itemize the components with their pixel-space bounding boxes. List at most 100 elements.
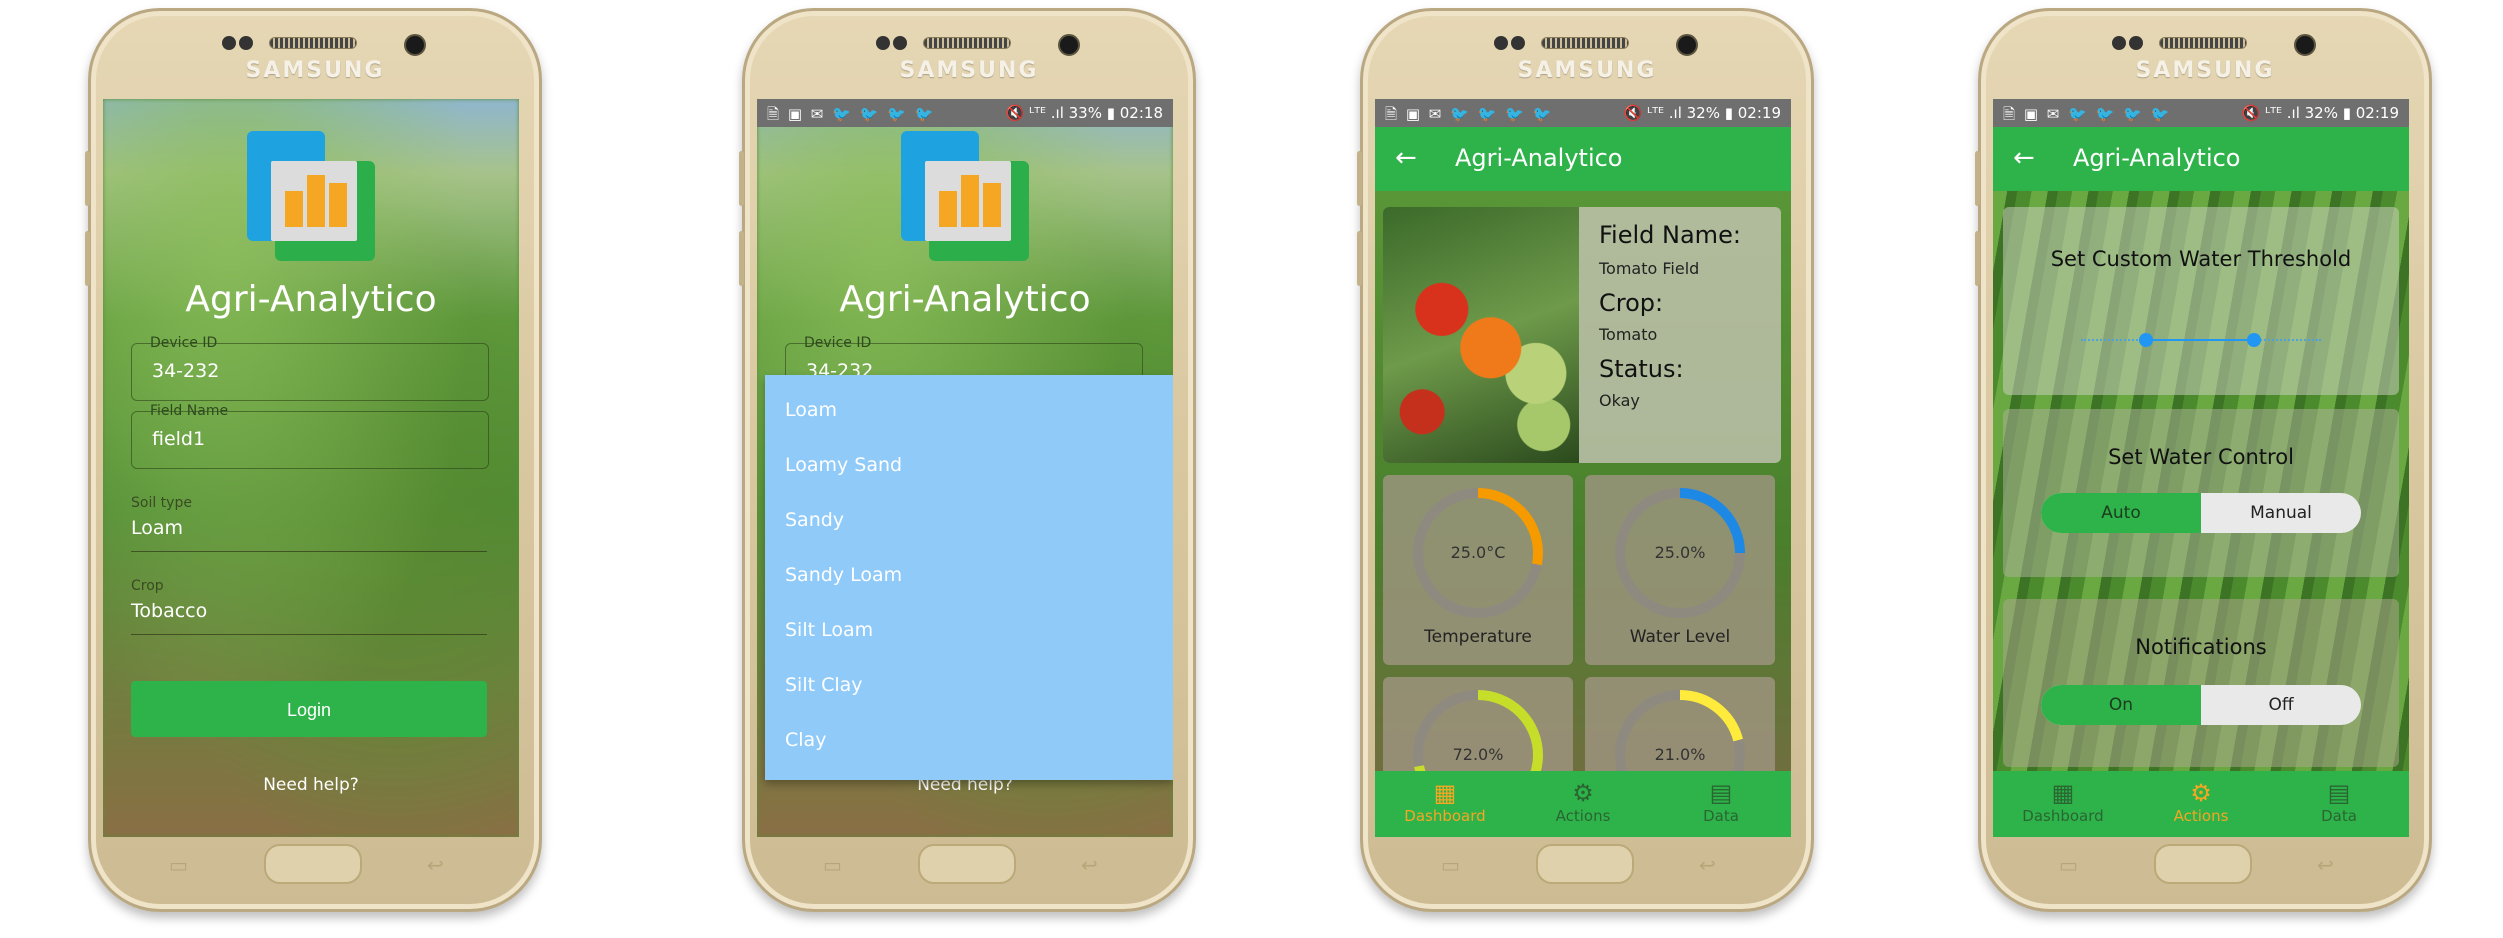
sensor-dot [222,36,236,50]
gear-icon: ⚙ [1572,779,1594,807]
sensor-dot [2129,36,2143,50]
earpiece-speaker [1541,37,1629,49]
back-key-icon[interactable]: ↩ [1081,853,1098,877]
device-id-label: Device ID [804,335,872,351]
crop-value: Tobacco [131,600,208,622]
dashboard-screen: 🗎 ▣ ✉ 🐦 🐦 🐦 🐦 🔇 ᴸᵀᴱ .ıl 32% ▮ 02:19 ← Ag… [1375,99,1791,837]
status-right: 🔇 ᴸᵀᴱ .ıl 33% ▮ 02:18 [1005,104,1163,122]
threshold-card: Set Custom Water Threshold [2003,207,2399,395]
threshold-handle-low[interactable] [2138,333,2153,347]
gauge-label: Water Level [1629,627,1731,647]
notification-icons: 🗎 ▣ ✉ 🐦 🐦 🐦 🐦 [2003,105,2172,123]
back-key-icon[interactable]: ↩ [1699,853,1716,877]
dropdown-screen: 🗎 ▣ ✉ 🐦 🐦 🐦 🐦 🔇 ᴸᵀᴱ .ıl 33% ▮ 02:18 Agri… [757,99,1173,837]
recent-apps-icon[interactable]: ▭ [823,853,842,877]
dropdown-option[interactable]: Sandy Loam [785,564,902,586]
volume-button [85,231,90,286]
phone-dashboard: SAMSUNG 🗎 ▣ ✉ 🐦 🐦 🐦 🐦 🔇 ᴸᵀᴱ .ıl 32% ▮ 02… [1357,8,1814,912]
front-camera [404,34,426,56]
dropdown-option[interactable]: Sandy [785,509,844,531]
soil-type-value: Loam [131,517,184,539]
sensor-dot [893,36,907,50]
notifications-title: Notifications [2135,635,2267,659]
nav-actions[interactable]: ⚙ Actions [2141,779,2261,825]
nav-dashboard[interactable]: ▦ Dashboard [1385,779,1505,825]
login-screen: Agri-Analytico Device ID 34-232 Field Na… [103,99,519,837]
recent-apps-icon[interactable]: ▭ [169,853,188,877]
app-bar: ← Agri-Analytico [1993,127,2409,191]
nav-dashboard[interactable]: ▦ Dashboard [2003,779,2123,825]
earpiece-speaker [269,37,357,49]
login-button[interactable]: Login [131,681,487,737]
earpiece-speaker [2159,37,2247,49]
sensor-dot [239,36,253,50]
field-name-label: Field Name [150,403,229,419]
nav-data[interactable]: ▤ Data [2279,779,2399,825]
help-link[interactable]: Need help? [103,775,519,795]
status-bar: 🗎 ▣ ✉ 🐦 🐦 🐦 🐦 🔇 ᴸᵀᴱ .ıl 32% ▮ 02:19 [1993,99,2409,127]
volume-button [1357,231,1362,286]
app-bar-title: Agri-Analytico [2073,144,2241,172]
nav-actions[interactable]: ⚙ Actions [1523,779,1643,825]
volume-button [739,231,744,286]
device-id-field[interactable]: Device ID 34-232 [131,335,489,401]
home-button[interactable] [1536,844,1634,884]
auto-option[interactable]: Auto [2041,493,2201,533]
on-option[interactable]: On [2041,685,2201,725]
dropdown-option[interactable]: Silt Loam [785,619,873,641]
soil-type-select[interactable]: Soil type Loam [131,495,487,552]
crop-select[interactable]: Crop Tobacco [131,578,487,635]
crop-value: Tomato [1599,325,1658,344]
nav-data[interactable]: ▤ Data [1661,779,1781,825]
threshold-title: Set Custom Water Threshold [2050,247,2352,271]
phone-actions: SAMSUNG 🗎 ▣ ✉ 🐦 🐦 🐦 🐦 🔇 ᴸᵀᴱ .ıl 32% ▮ 02… [1975,8,2432,912]
manual-option[interactable]: Manual [2201,493,2361,533]
dropdown-option[interactable]: Loamy Sand [785,454,902,476]
device-id-label: Device ID [150,335,218,351]
bottom-nav: ▦ Dashboard ⚙ Actions ▤ Data [1375,771,1791,837]
front-camera [1676,34,1698,56]
dropdown-option[interactable]: Loam [785,399,837,421]
front-camera [2294,34,2316,56]
sensor-dot [2112,36,2126,50]
device-id-value: 34-232 [152,360,220,382]
notification-icons: 🗎 ▣ ✉ 🐦 🐦 🐦 🐦 [1385,105,1554,123]
nav-label: Actions [2173,807,2229,825]
water-control-title: Set Water Control [2108,445,2294,469]
gauge-value: 25.0% [1654,543,1706,562]
home-button[interactable] [918,844,1016,884]
back-key-icon[interactable]: ↩ [427,853,444,877]
back-arrow-icon[interactable]: ← [1395,143,1417,173]
app-logo [247,131,377,261]
soil-type-label: Soil type [131,495,192,511]
app-logo [901,131,1031,261]
dropdown-option[interactable]: Clay [785,729,826,751]
water-control-toggle: Auto Manual [2041,493,2361,533]
status-value: Okay [1599,391,1640,410]
threshold-handle-high[interactable] [2246,333,2261,347]
gauge-value: 72.0% [1452,745,1504,764]
actions-screen: 🗎 ▣ ✉ 🐦 🐦 🐦 🐦 🔇 ᴸᵀᴱ .ıl 32% ▮ 02:19 ← Ag… [1993,99,2409,837]
status-right: 🔇 ᴸᵀᴱ .ıl 32% ▮ 02:19 [2241,104,2399,122]
home-button[interactable] [264,844,362,884]
crop-label: Crop [131,578,164,594]
front-camera [1058,34,1080,56]
dropdown-option[interactable]: Silt Clay [785,674,863,696]
bottom-nav: ▦ Dashboard ⚙ Actions ▤ Data [1993,771,2409,837]
notifications-card: Notifications On Off [2003,599,2399,767]
off-option[interactable]: Off [2201,685,2361,725]
volume-button [1975,151,1980,206]
temperature-gauge: 25.0°C Temperature [1383,475,1573,665]
status-bar: 🗎 ▣ ✉ 🐦 🐦 🐦 🐦 🔇 ᴸᵀᴱ .ıl 32% ▮ 02:19 [1375,99,1791,127]
back-arrow-icon[interactable]: ← [2013,143,2035,173]
recent-apps-icon[interactable]: ▭ [2059,853,2078,877]
back-key-icon[interactable]: ↩ [2317,853,2334,877]
sensor-dot [1494,36,1508,50]
field-name-field[interactable]: Field Name field1 [131,403,489,469]
app-bar: ← Agri-Analytico [1375,127,1791,191]
recent-apps-icon[interactable]: ▭ [1441,853,1460,877]
home-button[interactable] [2154,844,2252,884]
library-icon: ▤ [2327,779,2351,807]
app-bar-title: Agri-Analytico [1455,144,1623,172]
status-bar: 🗎 ▣ ✉ 🐦 🐦 🐦 🐦 🔇 ᴸᵀᴱ .ıl 33% ▮ 02:18 [757,99,1173,127]
